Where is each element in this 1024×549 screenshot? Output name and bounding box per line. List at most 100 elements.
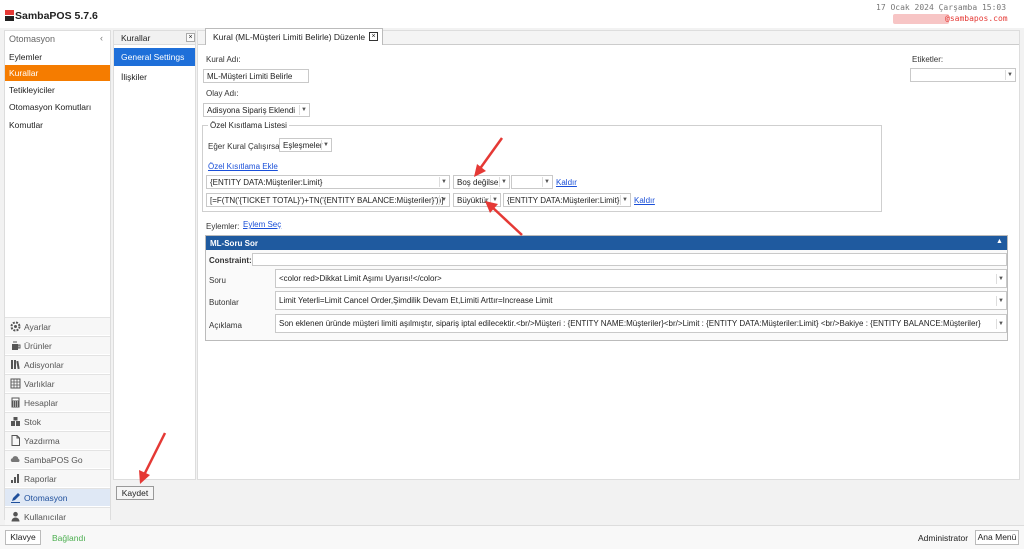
buttons-input[interactable]: Limit Yeterli=Limit Cancel Order,Şimdili… (275, 291, 1007, 310)
action-card-header[interactable]: ML-Soru Sor ▲ (206, 236, 1007, 250)
rule-editor: Kural (ML-Müşteri Limiti Belirle) Düzenl… (197, 28, 1020, 480)
constraint-2-left-select[interactable]: [=F(TN('{TICKET TOTAL}')+TN('{ENTITY BAL… (206, 193, 450, 207)
module-sambapos-go[interactable]: SambaPOS Go (5, 450, 110, 468)
actions-label: Eylemler: (206, 222, 240, 231)
module-label: Ürünler (24, 341, 52, 351)
tab-label: Kural (ML-Müşteri Limiti Belirle) Düzenl… (213, 32, 366, 42)
module-label: Raporlar (24, 474, 57, 484)
constraint-1-left-select[interactable]: {ENTITY DATA:Müşteriler:Limit} ▼ (206, 175, 450, 189)
status-bar: Klavye Bağlandı Administrator Ana Menü (0, 525, 1024, 549)
pencil-icon (11, 493, 20, 503)
coffee-icon (12, 341, 21, 350)
module-yazdirma[interactable]: Yazdırma (5, 431, 110, 449)
rule-name-label: Kural Adı: (206, 55, 241, 64)
main-menu-button[interactable]: Ana Menü (975, 530, 1019, 545)
module-label: Kullanıcılar (24, 512, 67, 522)
tab-kurallar[interactable]: Kurallar × (114, 31, 195, 45)
editor-tabstrip: Kural (ML-Müşteri Limiti Belirle) Düzenl… (198, 28, 1019, 45)
save-button[interactable]: Kaydet (116, 486, 154, 500)
keyboard-button[interactable]: Klavye (5, 530, 41, 545)
collapse-icon[interactable]: ▲ (996, 238, 1003, 245)
tab-rule-edit[interactable]: Kural (ML-Müşteri Limiti Belirle) Düzenl… (205, 28, 383, 45)
module-hesaplar[interactable]: Hesaplar (5, 393, 110, 411)
tags-label: Etiketler: (912, 55, 944, 64)
constraint-1-left-value: {ENTITY DATA:Müşteriler:Limit} (210, 178, 323, 187)
action-constraint-input[interactable] (252, 253, 1007, 266)
buttons-value: Limit Yeterli=Limit Cancel Order,Şimdili… (279, 296, 553, 305)
chevron-left-icon[interactable]: ‹ (100, 33, 103, 43)
description-value: Son eklenen üründe müşteri limiti aşılmı… (279, 319, 981, 328)
constraint-2-left-value: [=F(TN('{TICKET TOTAL}')+TN('{ENTITY BAL… (210, 196, 444, 205)
module-label: Adisyonlar (24, 360, 64, 370)
event-name-select[interactable]: Adisyona Sipariş Eklendi ▼ (203, 103, 310, 117)
question-input[interactable]: <color red>Dikkat Limit Aşımı Uyarısı!</… (275, 269, 1007, 288)
run-if-select[interactable]: Eşleşmeler ▼ (279, 138, 332, 152)
module-urunler[interactable]: Ürünler (5, 336, 110, 354)
tab-label: Kurallar (121, 33, 151, 43)
date-time: 17 Ocak 2024 Çarşamba 15:03 (876, 3, 1007, 12)
calculator-icon (11, 397, 20, 408)
event-name-label: Olay Adı: (206, 89, 239, 98)
nav-item-eylemler[interactable]: Eylemler (5, 49, 110, 65)
module-label: Hesaplar (24, 398, 59, 408)
chevron-down-icon: ▼ (996, 274, 1005, 284)
nav-item-otomasyon-komutlari[interactable]: Otomasyon Komutları (5, 99, 110, 115)
nav-item-tetikleyiciler[interactable]: Tetikleyiciler (5, 82, 110, 98)
description-input[interactable]: Son eklenen üründe müşteri limiti aşılmı… (275, 314, 1007, 333)
chevron-down-icon: ▼ (620, 195, 629, 205)
chevron-down-icon: ▼ (490, 195, 499, 205)
sambapos-logo-icon (5, 10, 14, 21)
chevron-down-icon: ▼ (499, 177, 508, 187)
constraint-2-operator-select[interactable]: Büyüktür ▼ (453, 193, 501, 207)
rule-name-input[interactable]: ML-Müşteri Limiti Belirle (203, 69, 309, 83)
module-varliklar[interactable]: Varlıklar (5, 374, 110, 392)
module-ayarlar[interactable]: Ayarlar (5, 317, 110, 335)
constraint-1-remove-link[interactable]: Kaldır (556, 178, 577, 187)
constraint-1-operator-select[interactable]: Boş değilse ▼ (453, 175, 510, 189)
run-if-value: Eşleşmeler (283, 141, 323, 150)
module-label: Otomasyon (24, 493, 68, 503)
tags-select[interactable]: ▼ (910, 68, 1016, 82)
connection-status: Bağlandı (52, 533, 86, 543)
section-iliskiler[interactable]: İlişkiler (121, 72, 147, 82)
app-title: SambaPOS 5.7.6 (15, 10, 98, 22)
action-title: ML-Soru Sor (210, 239, 258, 248)
nav-item-kurallar[interactable]: Kurallar (5, 65, 110, 81)
module-label: Yazdırma (24, 436, 60, 446)
action-constraint-label: Constraint: (209, 256, 252, 265)
select-action-link[interactable]: Eylem Seç (243, 220, 281, 229)
event-name-value: Adisyona Sipariş Eklendi (207, 106, 296, 115)
constraint-2-right-select[interactable]: {ENTITY DATA:Müşteriler:Limit} ▼ (503, 193, 631, 207)
module-stok[interactable]: Stok (5, 412, 110, 430)
constraint-1-right-select[interactable]: ▼ (511, 175, 553, 189)
boxes-icon (11, 417, 20, 426)
constraint-2-right-value: {ENTITY DATA:Müşteriler:Limit} (507, 196, 620, 205)
user-icon (11, 511, 20, 522)
constraint-2-remove-link[interactable]: Kaldır (634, 196, 655, 205)
module-kullanicilar[interactable]: Kullanıcılar (5, 507, 110, 525)
chevron-down-icon: ▼ (439, 195, 448, 205)
chevron-down-icon: ▼ (321, 140, 330, 150)
module-raporlar[interactable]: Raporlar (5, 469, 110, 487)
redacted-email-blur (893, 14, 949, 24)
buttons-label: Butonlar (209, 298, 239, 307)
module-otomasyon[interactable]: Otomasyon (5, 488, 110, 506)
add-custom-constraint-link[interactable]: Özel Kısıtlama Ekle (208, 162, 278, 171)
close-icon[interactable]: × (369, 32, 378, 41)
user-email: @sambapos.com (945, 14, 1008, 23)
nav-header-label: Otomasyon (9, 34, 56, 44)
module-label: SambaPOS Go (24, 455, 83, 465)
section-general-settings[interactable]: General Settings (114, 48, 195, 66)
module-adisyonlar[interactable]: Adisyonlar (5, 355, 110, 373)
module-label: Stok (24, 417, 42, 427)
constraint-1-operator-value: Boş değilse (457, 178, 499, 187)
grid-icon (10, 378, 21, 389)
bar-chart-icon (11, 474, 19, 483)
close-icon[interactable]: × (186, 33, 195, 42)
nav-header: Otomasyon ‹ (5, 31, 110, 47)
custom-constraints-title: Özel Kısıtlama Listesi (208, 121, 289, 130)
chevron-down-icon: ▼ (542, 177, 551, 187)
module-label: Varlıklar (24, 379, 55, 389)
nav-item-komutlar[interactable]: Komutlar (5, 117, 110, 133)
run-if-label: Eğer Kural Çalışırsa (208, 142, 280, 151)
